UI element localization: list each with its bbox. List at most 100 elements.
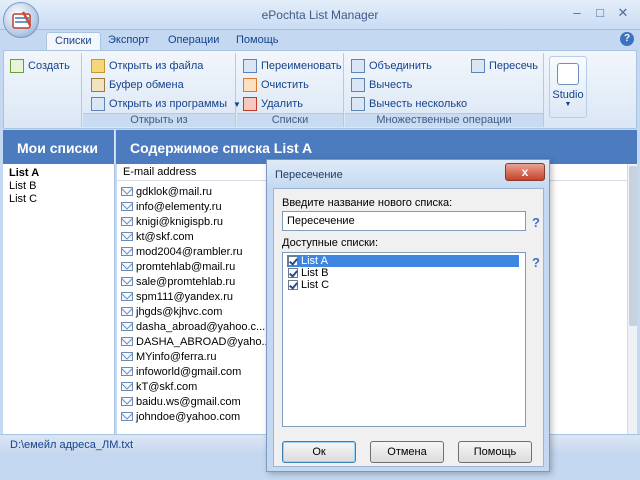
ribbon: Создать Открыть из файла Буфер обмена От… — [3, 50, 637, 129]
envelope-icon — [121, 187, 133, 196]
email-address: spm111@yandex.ru — [136, 290, 233, 303]
tab-help[interactable]: Помощь — [228, 32, 287, 50]
studio-button[interactable]: Studio ▼ — [549, 56, 587, 118]
rename-icon — [243, 59, 257, 73]
intersect-button[interactable]: Пересечь — [471, 57, 538, 75]
email-row[interactable]: DASHA_ABROAD@yaho... — [121, 334, 271, 349]
envelope-icon — [121, 232, 133, 241]
email-row[interactable]: MYinfo@ferra.ru — [121, 349, 216, 364]
list-checkbox-row[interactable]: List A — [287, 255, 519, 267]
group-create: Создать — [4, 53, 82, 127]
subtract-icon — [351, 78, 365, 92]
envelope-icon — [121, 292, 133, 301]
merge-button[interactable]: Объединить — [351, 57, 432, 75]
delete-button[interactable]: Удалить — [243, 95, 303, 113]
help-icon[interactable]: ? — [532, 255, 540, 270]
rename-button[interactable]: Переименовать — [243, 57, 342, 75]
intersect-dialog: Пересечение x Введите название нового сп… — [266, 159, 550, 472]
available-lists-label: Доступные списки: — [282, 237, 379, 249]
list-checkbox-row[interactable]: List B — [287, 267, 519, 279]
envelope-icon — [121, 367, 133, 376]
email-address: baidu.ws@gmail.com — [136, 395, 241, 408]
group-label-lists: Списки — [237, 113, 343, 127]
delete-icon — [243, 97, 257, 111]
vertical-scrollbar[interactable] — [627, 164, 637, 434]
list-item[interactable]: List B — [3, 180, 114, 193]
create-list-icon — [10, 59, 24, 73]
email-row[interactable]: spm111@yandex.ru — [121, 289, 233, 304]
email-address: MYinfo@ferra.ru — [136, 350, 217, 363]
email-address: knigi@knigispb.ru — [136, 215, 223, 228]
email-row[interactable]: dasha_abroad@yahoo.c... — [121, 319, 265, 334]
group-open-from: Открыть из файла Буфер обмена Открыть из… — [83, 53, 241, 127]
email-address: info@elementy.ru — [136, 200, 222, 213]
list-checkbox-row[interactable]: List C — [287, 279, 519, 291]
email-row[interactable]: info@elementy.ru — [121, 199, 222, 214]
list-item[interactable]: List A — [3, 167, 114, 180]
help-icon[interactable]: ? — [532, 215, 540, 230]
help-icon[interactable]: ? — [620, 32, 634, 46]
checkbox[interactable] — [288, 256, 298, 266]
program-icon — [91, 97, 105, 111]
chevron-down-icon: ▼ — [564, 101, 572, 108]
subtract-button[interactable]: Вычесть — [351, 76, 412, 94]
group-set-operations: Объединить Вычесть Вычесть несколько Пер… — [345, 53, 544, 127]
email-address: dasha_abroad@yahoo.c... — [136, 320, 266, 333]
email-address: infoworld@gmail.com — [136, 365, 242, 378]
email-row[interactable]: sale@promtehlab.ru — [121, 274, 235, 289]
help-button[interactable]: Помощь — [458, 441, 532, 463]
scroll-thumb[interactable] — [629, 166, 637, 326]
email-address: kT@skf.com — [136, 380, 198, 393]
envelope-icon — [121, 277, 133, 286]
merge-icon — [351, 59, 365, 73]
email-row[interactable]: baidu.ws@gmail.com — [121, 394, 241, 409]
group-label-open-from: Открыть из — [83, 113, 235, 127]
email-address: sale@promtehlab.ru — [136, 275, 236, 288]
app-menu-button[interactable] — [3, 2, 39, 38]
cancel-button[interactable]: Отмена — [370, 441, 444, 463]
email-address: kt@skf.com — [136, 230, 194, 243]
clipboard-button[interactable]: Буфер обмена — [91, 76, 184, 94]
title-bar: ePochta List Manager – □ ✕ — [0, 0, 640, 30]
open-from-program-button[interactable]: Открыть из программы ▼ — [91, 95, 241, 113]
email-row[interactable]: infoworld@gmail.com — [121, 364, 241, 379]
close-window-button[interactable]: ✕ — [612, 6, 634, 22]
envelope-icon — [121, 247, 133, 256]
email-row[interactable]: kt@skf.com — [121, 229, 194, 244]
email-row[interactable]: knigi@knigispb.ru — [121, 214, 223, 229]
dialog-close-button[interactable]: x — [505, 163, 545, 181]
clear-button[interactable]: Очистить — [243, 76, 309, 94]
minimize-button[interactable]: – — [566, 6, 588, 22]
lists-panel: List A List B List C — [3, 164, 115, 434]
email-row[interactable]: johndoe@yahoo.com — [121, 409, 240, 424]
new-list-name-input[interactable] — [282, 211, 526, 231]
open-from-file-button[interactable]: Открыть из файла — [91, 57, 203, 75]
email-row[interactable]: mod2004@rambler.ru — [121, 244, 243, 259]
email-row[interactable]: promtehlab@mail.ru — [121, 259, 235, 274]
maximize-button[interactable]: □ — [589, 6, 611, 22]
new-list-name-label: Введите название нового списка: — [282, 197, 453, 209]
create-button[interactable]: Создать — [10, 57, 70, 75]
group-lists: Переименовать Очистить Удалить Списки — [237, 53, 344, 127]
envelope-icon — [121, 352, 133, 361]
envelope-icon — [121, 202, 133, 211]
tab-export[interactable]: Экспорт — [100, 32, 157, 50]
envelope-icon — [121, 262, 133, 271]
email-address: johndoe@yahoo.com — [136, 410, 241, 423]
checkbox[interactable] — [288, 268, 298, 278]
subtract-several-button[interactable]: Вычесть несколько — [351, 95, 467, 113]
ok-button[interactable]: Ок — [282, 441, 356, 463]
folder-icon — [91, 59, 105, 73]
envelope-icon — [121, 322, 133, 331]
ribbon-tabs: Списки Экспорт Операции Помощь ? — [0, 30, 640, 50]
email-row[interactable]: jhgds@kjhvc.com — [121, 304, 222, 319]
email-row[interactable]: gdklok@mail.ru — [121, 184, 212, 199]
tab-operations[interactable]: Операции — [160, 32, 227, 50]
email-address: DASHA_ABROAD@yaho... — [136, 335, 271, 348]
my-lists-header: Мои списки — [3, 130, 115, 164]
email-row[interactable]: kT@skf.com — [121, 379, 197, 394]
list-item[interactable]: List C — [3, 193, 114, 206]
envelope-icon — [121, 397, 133, 406]
checkbox[interactable] — [288, 280, 298, 290]
tab-lists[interactable]: Списки — [46, 32, 101, 50]
